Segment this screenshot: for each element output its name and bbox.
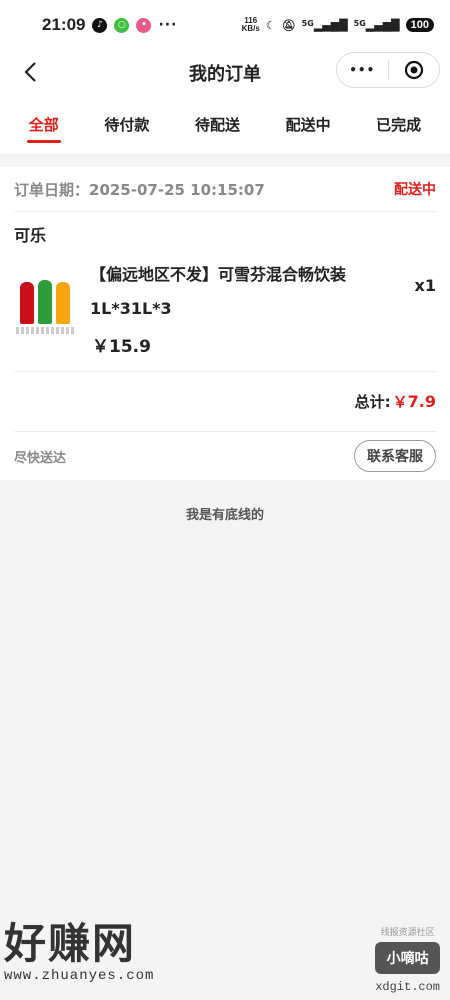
watermark-logo-text: 好赚网 xyxy=(4,919,137,968)
product-quantity: x1 xyxy=(414,276,436,295)
product-image xyxy=(14,270,76,334)
order-header: 订单日期：2025-07-25 10:15:07 配送中 xyxy=(14,167,436,212)
navigation-bar: 我的订单 ••• xyxy=(0,50,450,95)
total-number: 7.9 xyxy=(407,392,436,411)
battery-icon: 100 xyxy=(405,18,434,32)
order-status-badge: 配送中 xyxy=(394,182,436,198)
product-item[interactable]: 【偏远地区不发】可雪芬混合畅饮装 1L*31L*3 ￥15.9 x1 xyxy=(14,252,436,372)
watermark-left: 好赚网 www.zhuanyes.com xyxy=(4,919,155,985)
status-right: 116 KB/s ☾ 🔕︎ 5G▂▄▆█ 5G▂▄▆█ 100 xyxy=(242,17,434,33)
network-speed: 116 KB/s xyxy=(242,17,260,33)
app-notification-icon: • xyxy=(136,17,152,33)
capsule-more-button[interactable]: ••• xyxy=(337,53,388,87)
contact-service-button[interactable]: 联系客服 xyxy=(354,440,436,472)
order-tabs: 全部 待付款 待配送 配送中 已完成 xyxy=(0,95,450,155)
order-actions: 尽快送达 联系客服 xyxy=(14,432,436,480)
list-end-text: 我是有底线的 xyxy=(185,508,264,523)
tab-pending-payment[interactable]: 待付款 xyxy=(98,106,155,143)
watermark-subtitle: 线报资源社区 xyxy=(380,928,435,938)
capsule-close-button[interactable] xyxy=(389,53,440,87)
signal-5g-icon: 5G▂▄▆█ xyxy=(301,18,348,32)
tab-completed[interactable]: 已完成 xyxy=(370,106,427,143)
tab-pending-delivery[interactable]: 待配送 xyxy=(189,106,246,143)
watermark-badge: 小嘀咕 xyxy=(375,942,440,974)
shop-name: 可乐 xyxy=(14,226,47,245)
signal1-label: 5G xyxy=(301,18,314,28)
image-caption-decoration xyxy=(16,327,74,334)
sprite-bottle-icon xyxy=(38,280,52,324)
status-time: 21:09 xyxy=(42,15,86,34)
tab-delivering[interactable]: 配送中 xyxy=(280,106,337,143)
mini-program-capsule: ••• xyxy=(336,52,440,88)
watermark-url-right: xdgit.com xyxy=(375,980,440,994)
net-speed-unit: KB/s xyxy=(241,24,260,33)
top-area: 21:09 ♪ ○ • ··· 116 KB/s ☾ 🔕︎ 5G▂▄▆█ 5G▂… xyxy=(0,0,450,155)
status-left: 21:09 ♪ ○ • ··· xyxy=(42,15,177,35)
product-info: 【偏远地区不发】可雪芬混合畅饮装 1L*31L*3 ￥15.9 xyxy=(76,252,415,371)
section-gap xyxy=(0,155,450,167)
page-title: 我的订单 xyxy=(189,63,261,85)
status-bar: 21:09 ♪ ○ • ··· 116 KB/s ☾ 🔕︎ 5G▂▄▆█ 5G▂… xyxy=(0,0,450,50)
product-price: ￥15.9 xyxy=(92,337,151,357)
more-notifications-icon: ··· xyxy=(158,17,178,33)
watermark-right: 线报资源社区 小嘀咕 xdgit.com xyxy=(375,925,440,994)
product-name-line2: 1L*31L*3 xyxy=(90,299,172,318)
signal-5g-icon-2: 5G▂▄▆█ xyxy=(353,18,400,32)
total-amount: ￥7.9 xyxy=(393,391,436,412)
moon-icon: ☾ xyxy=(265,18,276,32)
more-icon: ••• xyxy=(349,63,376,77)
order-total: 总计: ￥7.9 xyxy=(14,372,436,432)
total-currency: ￥ xyxy=(392,393,408,411)
tab-all[interactable]: 全部 xyxy=(23,106,65,143)
signal2-label: 5G xyxy=(353,18,366,28)
cola-bottle-icon xyxy=(20,282,34,324)
chevron-left-icon xyxy=(24,62,36,82)
fanta-bottle-icon xyxy=(56,282,70,324)
delivery-hint: 尽快送达 xyxy=(14,450,67,466)
mute-icon: 🔕︎ xyxy=(281,18,296,32)
order-card[interactable]: 订单日期：2025-07-25 10:15:07 配送中 可乐 【偏远地区不发】… xyxy=(0,167,450,480)
total-label: 总计: xyxy=(354,393,391,411)
tiktok-icon: ♪ xyxy=(92,17,108,33)
back-button[interactable] xyxy=(16,58,44,86)
order-date: 订单日期：2025-07-25 10:15:07 xyxy=(14,180,265,199)
watermark-url: www.zhuanyes.com xyxy=(4,968,155,984)
message-icon: ○ xyxy=(114,17,130,33)
target-close-icon xyxy=(404,60,423,80)
product-name-line1: 【偏远地区不发】可雪芬混合畅饮装 xyxy=(90,265,347,284)
